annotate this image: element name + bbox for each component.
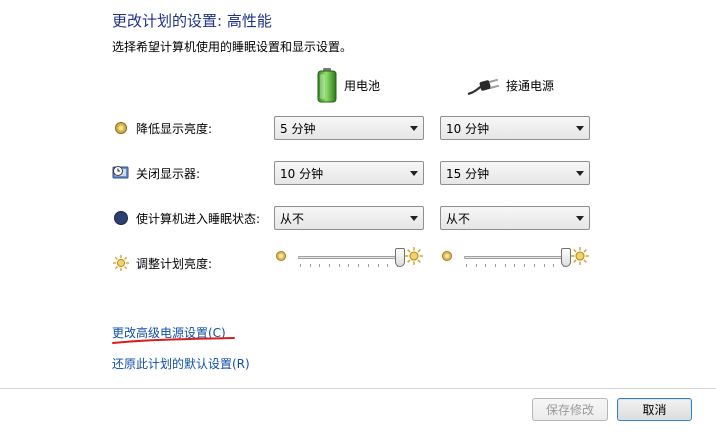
sleep-label: 使计算机进入睡眠状态: [136,211,261,226]
power-plug-icon [467,78,500,96]
display-off-battery-select[interactable]: 10 分钟 [274,161,424,185]
brightness-high-icon [570,246,590,269]
sleep-battery-value: 从不 [280,211,305,226]
display-off-battery-value: 10 分钟 [280,166,324,181]
display-off-plugged-select[interactable]: 15 分钟 [440,161,590,185]
chevron-down-icon [571,207,589,229]
chevron-down-icon [571,117,589,139]
red-underline-annotation [112,337,235,344]
dim-display-plugged-select[interactable]: 10 分钟 [440,116,590,140]
chevron-down-icon [405,207,423,229]
chevron-down-icon [405,117,423,139]
sleep-plugged-select[interactable]: 从不 [440,206,590,230]
page-title: 更改计划的设置: 高性能 [112,12,272,30]
page-subtitle: 选择希望计算机使用的睡眠设置和显示设置。 [112,40,353,54]
display-off-plugged-value: 15 分钟 [446,166,490,181]
battery-column-header: 用电池 [316,66,380,104]
plugged-column-header: 接通电源 [466,66,554,104]
dim-display-battery-value: 5 分钟 [280,121,316,136]
brightness-label: 调整计划亮度: [136,256,213,271]
brightness-low-icon [440,249,454,266]
chevron-down-icon [405,162,423,184]
setting-row-brightness: 调整计划亮度: [112,251,212,275]
display-off-icon [112,164,130,182]
chevron-down-icon [571,162,589,184]
brightness-sun-icon [112,254,130,272]
slider-ticks [466,264,564,267]
brightness-high-icon [404,246,424,269]
dim-display-battery-select[interactable]: 5 分钟 [274,116,424,140]
slider-track[interactable] [298,256,400,259]
brightness-plugged-slider[interactable] [440,246,590,272]
battery-column-label: 用电池 [344,78,381,93]
sleep-plugged-value: 从不 [446,211,471,226]
brightness-battery-slider[interactable] [274,246,424,272]
footer-divider [0,388,716,389]
dim-display-icon [112,119,130,137]
slider-ticks [300,264,398,267]
dim-display-label: 降低显示亮度: [136,121,213,136]
slider-track[interactable] [464,256,566,259]
plugged-column-label: 接通电源 [506,78,555,93]
save-changes-button[interactable]: 保存修改 [532,398,608,421]
setting-row-display-off: 关闭显示器: [112,161,200,185]
restore-defaults-link[interactable]: 还原此计划的默认设置(R) [112,355,250,372]
brightness-low-icon [274,249,288,266]
battery-icon [317,68,337,103]
display-off-label: 关闭显示器: [136,166,201,181]
setting-row-dim-display: 降低显示亮度: [112,116,212,140]
sleep-icon [112,209,130,227]
setting-row-sleep: 使计算机进入睡眠状态: [112,206,260,230]
dim-display-plugged-value: 10 分钟 [446,121,490,136]
sleep-battery-select[interactable]: 从不 [274,206,424,230]
cancel-button[interactable]: 取消 [617,398,692,421]
